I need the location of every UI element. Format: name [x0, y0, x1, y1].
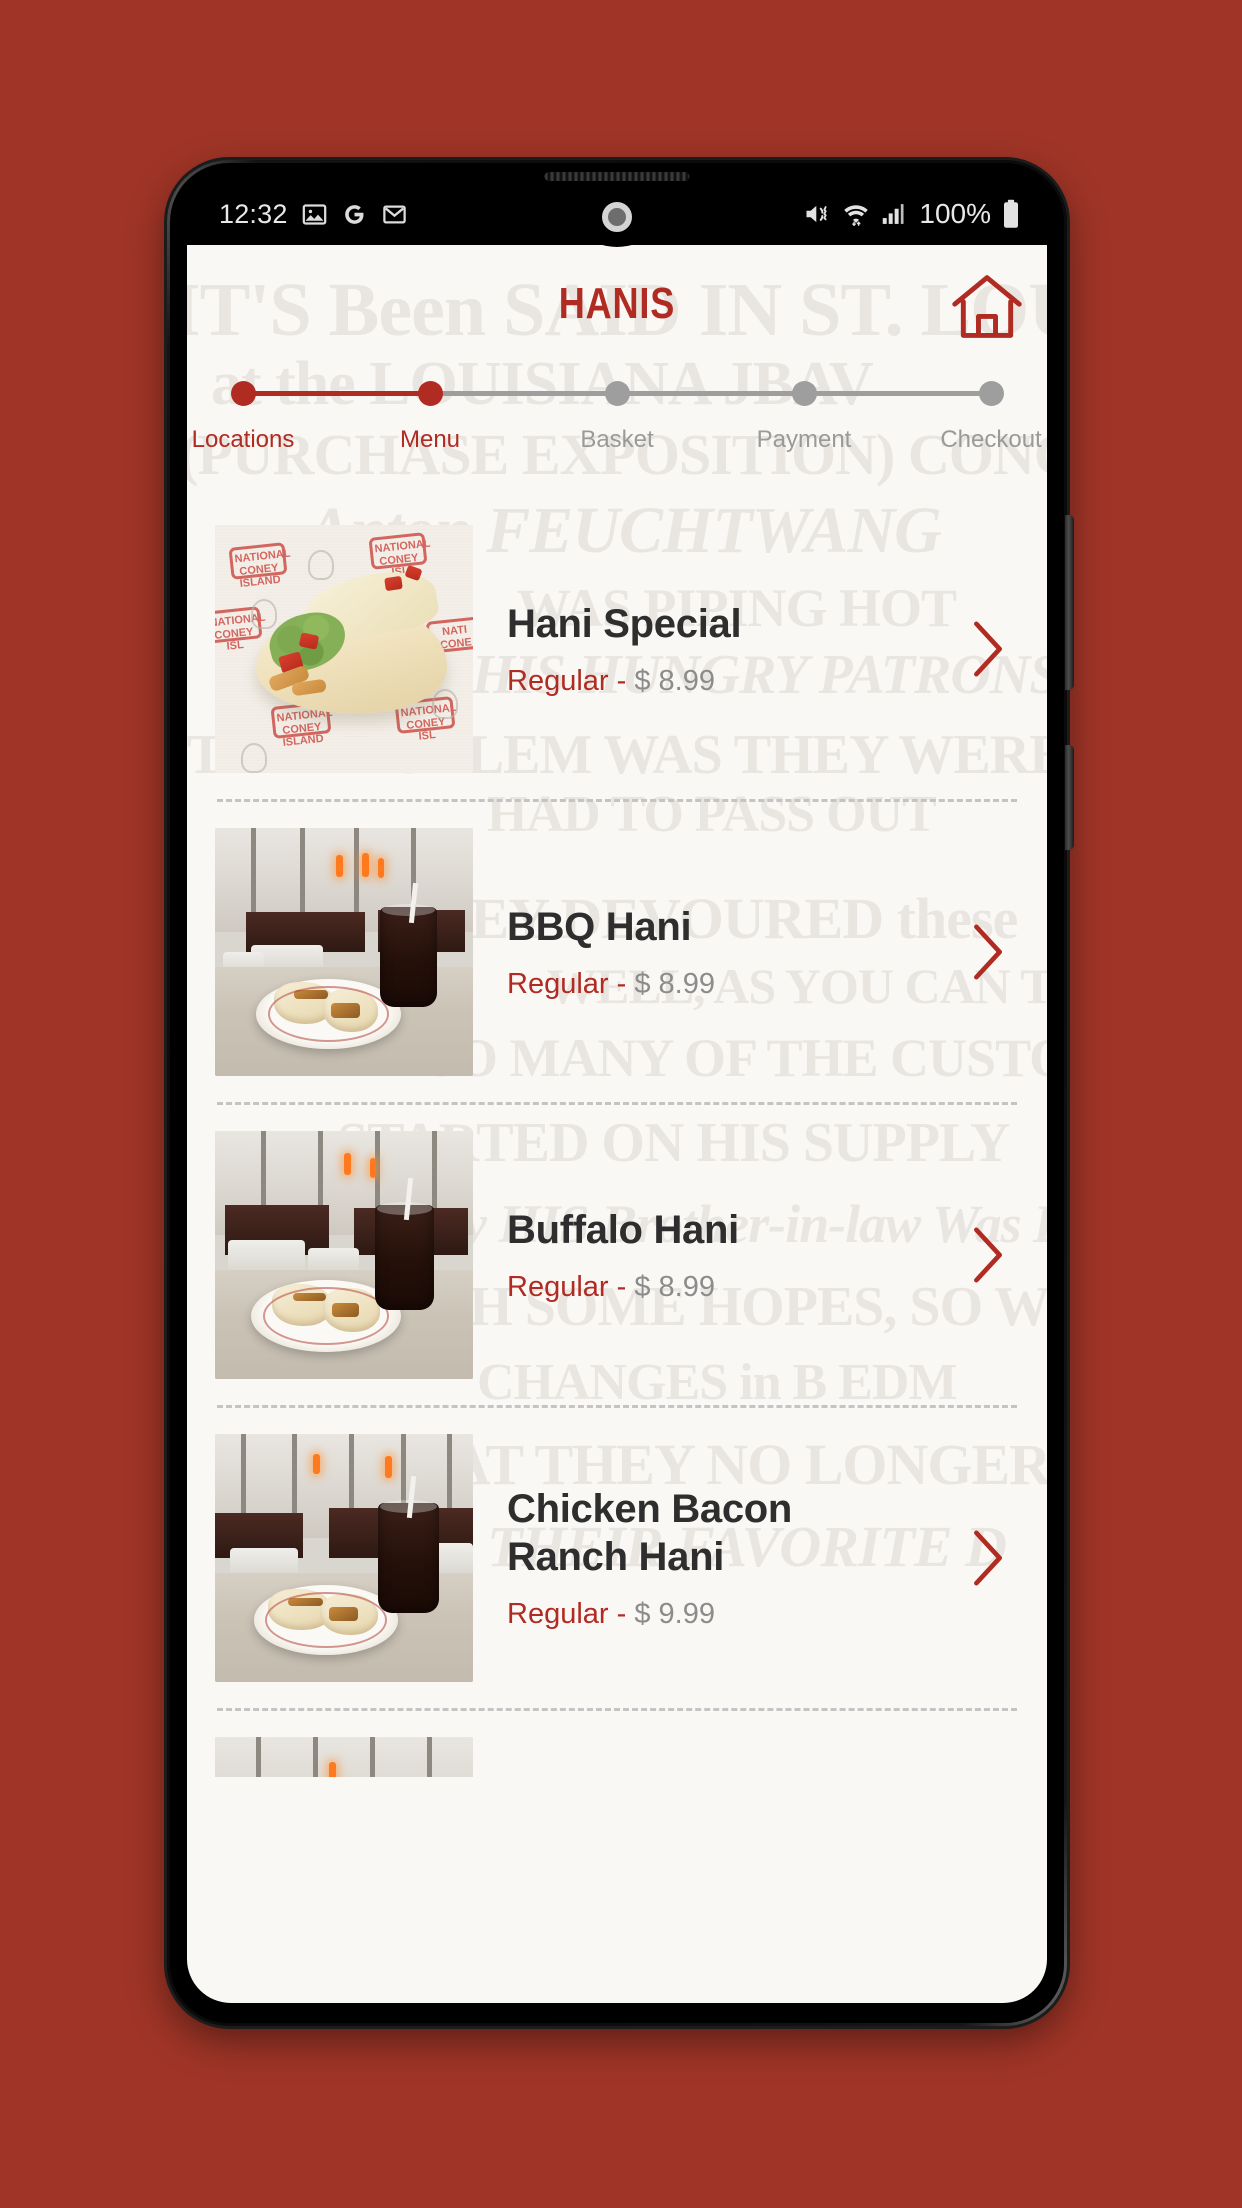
app-viewport: IT'S Been SAID IN ST. LOUIS at the LOUIS… [187, 245, 1047, 2003]
stepper-label: Checkout [940, 426, 1042, 453]
menu-item-size: Regular [507, 664, 609, 697]
status-bar: 12:32 100% [187, 183, 1047, 247]
stepper-steps: Locations Menu Basket Payment Checkout [192, 381, 1042, 454]
menu-item-separator: - [616, 1597, 627, 1630]
page-title: HANIS [558, 279, 676, 328]
front-camera-notch [561, 183, 673, 247]
menu-item-name: Buffalo Hani [507, 1207, 739, 1252]
menu-item-image [215, 1737, 473, 1777]
stepper-label: Menu [399, 426, 461, 453]
menu-item-separator: - [616, 1270, 627, 1303]
photos-icon [301, 201, 328, 228]
menu-item-name: Chicken Bacon Ranch Hani [507, 1486, 793, 1579]
chevron-right-icon [974, 1227, 1002, 1283]
menu-item-open-button[interactable] [959, 921, 1017, 983]
menu-item-name: Hani Special [507, 601, 742, 646]
stepper-dot [230, 381, 256, 406]
menu-item-bbq-hani[interactable]: BBQ Hani Regular - $ 8.99 [187, 802, 1047, 1102]
menu-item-size: Regular [507, 967, 609, 1000]
menu-item-list: NATIONALCONEY ISLAND NATIONALCONEY ISL N… [187, 499, 1047, 1777]
menu-item-price-row: Regular - $ 8.99 [507, 664, 949, 699]
front-camera-lens [602, 202, 632, 232]
phone-screen: 12:32 100% T'S Been SAID IN ST. LO at th… [187, 183, 1047, 2003]
menu-item-open-button[interactable] [959, 618, 1017, 680]
menu-item-price: $ 8.99 [634, 967, 715, 1000]
stepper-step-locations[interactable]: Locations [192, 381, 294, 454]
stepper-label: Payment [756, 426, 852, 453]
status-bar-left-group: 12:32 [219, 199, 408, 230]
status-clock: 12:32 [219, 198, 288, 229]
battery-full-icon [1001, 199, 1021, 229]
menu-item-image [215, 1131, 473, 1379]
menu-item-size: Regular [507, 1270, 609, 1303]
home-icon [952, 275, 1022, 338]
checkout-progress-stepper: Locations Menu Basket Payment Checkout [192, 377, 1042, 475]
menu-item-details: BBQ Hani Regular - $ 8.99 [473, 903, 959, 1002]
menu-item-price-row: Regular - $ 8.99 [507, 967, 949, 1002]
stepper-step-checkout[interactable]: Checkout [940, 381, 1042, 454]
menu-item-hani-special[interactable]: NATIONALCONEY ISLAND NATIONALCONEY ISL N… [187, 499, 1047, 799]
menu-item-details: Chicken Bacon Ranch Hani Regular - $ 9.9… [473, 1485, 959, 1632]
menu-item-open-button[interactable] [959, 1527, 1017, 1589]
menu-item-buffalo-hani[interactable]: Buffalo Hani Regular - $ 8.99 [187, 1105, 1047, 1405]
gmail-icon [381, 201, 408, 228]
google-icon [341, 201, 368, 228]
menu-item-details: Buffalo Hani Regular - $ 8.99 [473, 1206, 959, 1305]
stepper-dot [604, 381, 630, 406]
menu-item-price: $ 8.99 [634, 664, 715, 697]
stepper-dot [791, 381, 817, 406]
home-button[interactable] [949, 271, 1025, 343]
menu-item-price: $ 8.99 [634, 1270, 715, 1303]
stepper-step-menu[interactable]: Menu [400, 381, 460, 454]
stepper-dot [417, 381, 443, 406]
app-header: HANIS [187, 245, 1047, 363]
stepper-label: Basket [580, 426, 654, 453]
menu-item-size: Regular [507, 1597, 609, 1630]
stepper-step-payment[interactable]: Payment [757, 381, 851, 454]
menu-item-image [215, 828, 473, 1076]
signal-icon [881, 201, 909, 227]
menu-item-partial[interactable] [187, 1711, 1047, 1777]
menu-item-image: NATIONALCONEY ISLAND NATIONALCONEY ISL N… [215, 525, 473, 773]
wifi-icon [841, 200, 871, 228]
status-bar-right-group: 100% [803, 198, 1021, 230]
phone-device-frame: 12:32 100% T'S Been SAID IN ST. LO at th… [167, 160, 1074, 2026]
menu-item-price-row: Regular - $ 8.99 [507, 1270, 949, 1305]
menu-item-chicken-bacon-ranch-hani[interactable]: Chicken Bacon Ranch Hani Regular - $ 9.9… [187, 1408, 1047, 1708]
power-button[interactable] [1065, 745, 1074, 850]
menu-item-name: BBQ Hani [507, 904, 692, 949]
chevron-right-icon [974, 1530, 1002, 1586]
menu-item-image [215, 1434, 473, 1682]
chevron-right-icon [974, 924, 1002, 980]
menu-item-price-row: Regular - $ 9.99 [507, 1597, 949, 1632]
menu-item-price: $ 9.99 [634, 1597, 715, 1630]
mute-icon [803, 200, 831, 228]
menu-item-separator: - [616, 967, 627, 1000]
stepper-step-basket[interactable]: Basket [580, 381, 654, 454]
menu-item-separator: - [616, 664, 627, 697]
stepper-label: Locations [191, 426, 295, 453]
battery-percent-label: 100% [919, 198, 991, 229]
volume-button[interactable] [1065, 515, 1074, 690]
chevron-right-icon [974, 621, 1002, 677]
menu-item-open-button[interactable] [959, 1224, 1017, 1286]
stepper-dot [978, 381, 1004, 406]
menu-item-details: Hani Special Regular - $ 8.99 [473, 600, 959, 699]
earpiece-speaker [544, 172, 690, 181]
